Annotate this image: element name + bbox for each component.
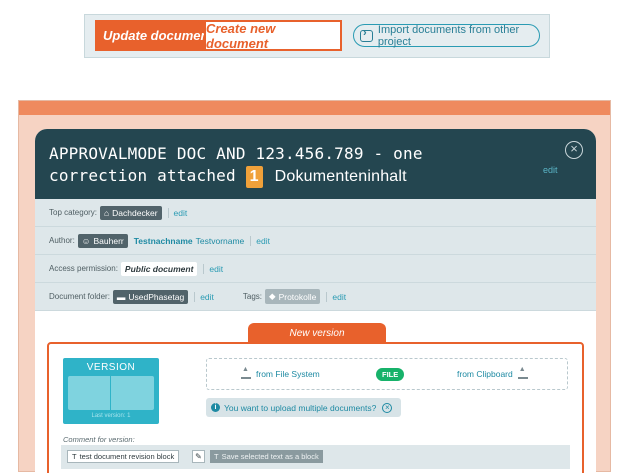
top-category-tag: ⌂ Dachdecker [100,205,162,220]
dismiss-icon[interactable]: × [382,402,393,413]
folder-icon: ▬ [116,291,126,302]
access-value-tag: Public document [120,261,198,276]
folder-edit[interactable]: edit [194,291,214,302]
text-block-label: test document revision block [79,452,175,461]
document-mode-tabs: Update document Create new document Impo… [84,14,550,58]
tab-create-new-document[interactable]: Create new document [204,20,342,51]
tag-icon: ◆ [269,291,276,301]
multi-upload-text: You want to upload multiple documents? [224,402,377,413]
version-label: VERSION [86,362,136,373]
top-category-label: Top category: [49,208,98,217]
author-last-name[interactable]: Testnachname [134,236,193,246]
save-block-button[interactable]: T Save selected text as a block [210,450,323,463]
tag-protokolle: ◆ Protokolle [265,289,321,304]
tab-update-label: Update document [103,28,213,43]
document-dialog-frame: APPROVALMODE DOC AND 123.456.789 - one c… [18,100,611,473]
tab-create-label: Create new document [206,20,276,51]
upload-from-file-system[interactable]: from File System [241,366,320,379]
import-label: Import documents from other project [377,23,520,48]
from-file-system-label: from File System [256,369,320,379]
close-icon[interactable]: × [565,141,583,159]
document-card: APPROVALMODE DOC AND 123.456.789 - one c… [35,129,596,473]
row-document-folder: Document folder: ▬ UsedPhasetag edit Tag… [35,283,596,311]
tag-value: Protokolle [278,291,317,302]
comment-label: Comment for version: [63,435,135,444]
frame-top-bar [19,101,610,115]
attachment-count-badge: 1 [245,166,263,188]
pencil-icon[interactable]: ✎ [192,450,205,463]
people-icon: ☺ [81,235,91,246]
top-category-value: Dachdecker [112,207,158,218]
clipboard-upload-icon [517,366,528,379]
multi-upload-hint[interactable]: i You want to upload multiple documents?… [206,398,401,417]
home-icon: ⌂ [104,207,110,218]
version-divider [110,376,111,410]
folder-tag: ▬ UsedPhasetag [112,289,189,304]
top-category-edit[interactable]: edit [167,207,187,218]
row-author: Author: ☺ Bauherr Testnachname Testvorna… [35,227,596,255]
text-block-select[interactable]: T test document revision block [67,450,180,463]
new-version-tab: New version [248,323,386,343]
document-header: APPROVALMODE DOC AND 123.456.789 - one c… [35,129,596,199]
folder-value: UsedPhasetag [128,291,185,302]
save-block-label: Save selected text as a block [221,452,319,461]
author-role: Bauherr [93,235,124,246]
save-text-icon: T [214,452,219,461]
file-badge: FILE [376,367,405,381]
from-clipboard-label: from Clipboard [457,369,513,379]
last-version-text: Last version: 1 [91,413,131,419]
document-title: APPROVALMODE DOC AND 123.456.789 - one c… [49,143,529,188]
access-edit[interactable]: edit [203,263,223,274]
document-title-suffix: Dokumenteninhalt [274,168,407,185]
title-edit-link[interactable]: edit [543,165,558,175]
upload-dropzone[interactable]: from File System FILE from Clipboard [206,358,568,390]
upload-from-clipboard[interactable]: from Clipboard [457,366,528,379]
new-version-label: New version [289,327,345,339]
document-info-rows: Top category: ⌂ Dachdecker edit Author: … [35,199,596,311]
tab-update-document[interactable]: Update document [95,20,222,51]
import-documents-button[interactable]: Import documents from other project [353,23,540,48]
version-card: VERSION Last version: 1 [63,358,159,424]
author-first-name[interactable]: Testvorname [196,236,245,246]
version-preview [68,376,154,410]
text-icon: T [72,452,77,461]
new-version-panel: VERSION Last version: 1 from File System… [47,342,584,473]
author-edit[interactable]: edit [250,235,270,246]
tags-label: Tags: [242,292,263,301]
info-icon: i [211,403,220,412]
author-label: Author: [49,236,75,245]
access-label: Access permission: [49,264,118,273]
tags-edit[interactable]: edit [326,291,346,302]
author-role-tag: ☺ Bauherr [77,233,128,248]
row-top-category: Top category: ⌂ Dachdecker edit [35,199,596,227]
upload-icon [241,366,251,379]
row-access-permission: Access permission: Public document edit [35,255,596,283]
comment-toolbar: T test document revision block ✎ T Save … [61,445,570,469]
import-icon [360,27,373,42]
folder-label: Document folder: [49,292,110,301]
